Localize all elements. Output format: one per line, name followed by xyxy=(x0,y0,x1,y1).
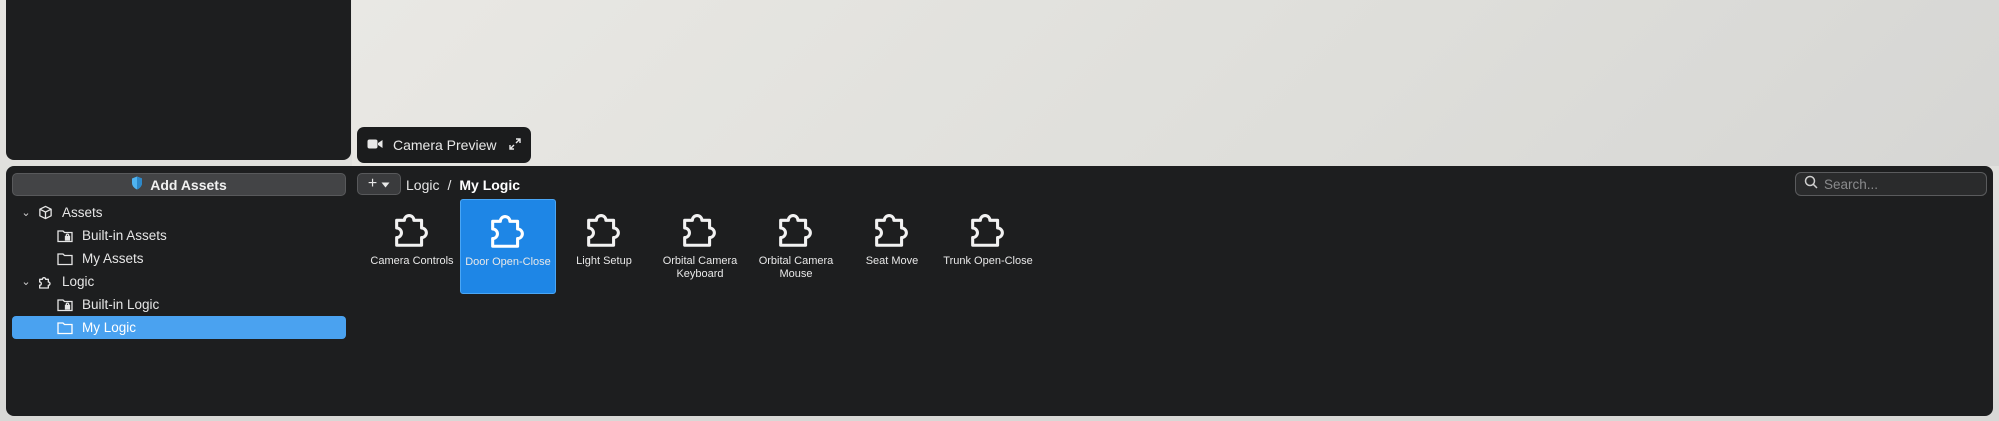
search-box[interactable] xyxy=(1795,172,1987,196)
puzzle-icon xyxy=(965,205,1011,251)
logic-item-label: Light Setup xyxy=(576,255,632,267)
logic-item-label: Trunk Open-Close xyxy=(943,255,1033,267)
cube-icon xyxy=(36,205,54,221)
tree-item-built-in-logic[interactable]: Built-in Logic xyxy=(12,293,346,316)
logic-item-camera-controls[interactable]: Camera Controls xyxy=(364,199,460,294)
asset-tree: ⌄ Assets Built-in Assets My Assets ⌄ Log… xyxy=(12,201,346,339)
puzzle-icon xyxy=(773,205,819,251)
plus-label: + xyxy=(367,175,378,192)
logic-item-orbital-camera-mouse[interactable]: Orbital Camera Mouse xyxy=(748,199,844,294)
logic-item-light-setup[interactable]: Light Setup xyxy=(556,199,652,294)
puzzle-icon xyxy=(36,274,54,290)
caret-down-icon xyxy=(381,175,390,193)
tree-item-built-in-assets[interactable]: Built-in Assets xyxy=(12,224,346,247)
folder-icon xyxy=(56,320,74,336)
add-assets-button[interactable]: Add Assets xyxy=(12,173,346,196)
tree-item-label: My Assets xyxy=(82,251,144,266)
tree-item-my-assets[interactable]: My Assets xyxy=(12,247,346,270)
camera-preview-bar[interactable]: Camera Preview xyxy=(357,127,531,163)
logic-item-grid: Camera Controls Door Open-Close Light Se… xyxy=(364,199,1036,294)
logic-item-label: Orbital Camera Mouse xyxy=(758,255,834,280)
breadcrumb-root[interactable]: Logic xyxy=(406,177,439,193)
video-camera-icon xyxy=(367,137,383,153)
search-icon xyxy=(1804,175,1818,194)
breadcrumb-separator: / xyxy=(447,177,452,193)
add-assets-label: Add Assets xyxy=(150,176,227,193)
shield-icon xyxy=(131,176,143,193)
breadcrumb-current: My Logic xyxy=(459,177,521,193)
logic-item-door-open-close[interactable]: Door Open-Close xyxy=(460,199,556,294)
tree-item-label: My Logic xyxy=(82,320,137,335)
expand-icon[interactable] xyxy=(509,137,521,153)
locked-folder-icon xyxy=(56,228,74,244)
logic-item-label: Door Open-Close xyxy=(465,256,551,268)
top-left-panel xyxy=(6,0,351,160)
puzzle-icon xyxy=(581,205,627,251)
breadcrumb: Logic / My Logic xyxy=(406,175,520,195)
search-input[interactable] xyxy=(1824,176,1974,192)
logic-item-label: Seat Move xyxy=(865,255,919,267)
folder-icon xyxy=(56,251,74,267)
logic-item-label: Orbital Camera Keyboard xyxy=(662,255,738,280)
puzzle-icon xyxy=(389,205,435,251)
chevron-down-icon[interactable]: ⌄ xyxy=(16,206,36,219)
camera-preview-label: Camera Preview xyxy=(393,137,497,153)
tree-item-my-logic[interactable]: My Logic xyxy=(12,316,346,339)
logic-item-label: Camera Controls xyxy=(370,255,454,267)
scene-viewport[interactable] xyxy=(352,0,1999,166)
puzzle-icon xyxy=(485,206,531,252)
logic-item-seat-move[interactable]: Seat Move xyxy=(844,199,940,294)
logic-item-orbital-camera-keyboard[interactable]: Orbital Camera Keyboard xyxy=(652,199,748,294)
tree-item-assets[interactable]: ⌄ Assets xyxy=(12,201,346,224)
add-dropdown-button[interactable]: + xyxy=(357,173,401,195)
puzzle-icon xyxy=(677,205,723,251)
chevron-down-icon[interactable]: ⌄ xyxy=(16,275,36,288)
puzzle-icon xyxy=(869,205,915,251)
tree-item-logic[interactable]: ⌄ Logic xyxy=(12,270,346,293)
tree-item-label: Built-in Assets xyxy=(82,228,167,243)
asset-browser: Add Assets ⌄ Assets Built-in Assets My A… xyxy=(6,166,1993,416)
logic-item-trunk-open-close[interactable]: Trunk Open-Close xyxy=(940,199,1036,294)
locked-folder-icon xyxy=(56,297,74,313)
tree-item-label: Assets xyxy=(62,205,103,220)
tree-item-label: Built-in Logic xyxy=(82,297,160,312)
tree-item-label: Logic xyxy=(62,274,95,289)
